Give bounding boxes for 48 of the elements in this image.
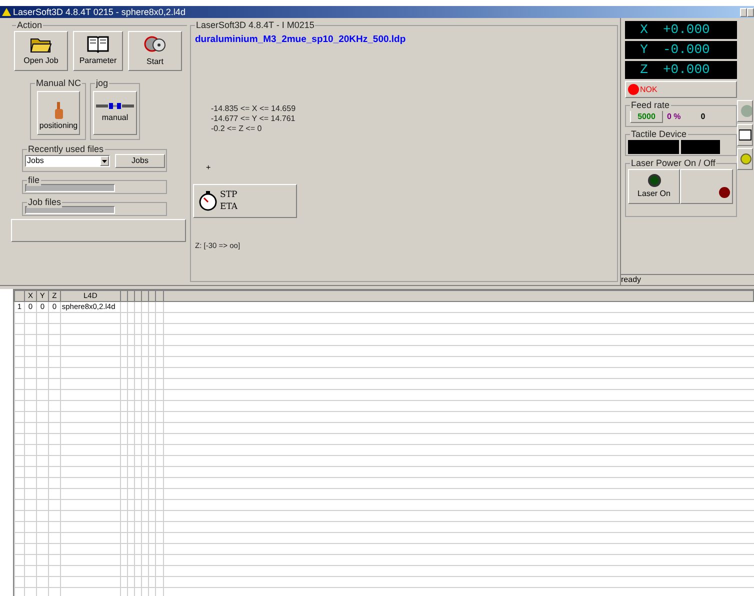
group-title: file [27, 174, 41, 186]
group-title: Job files [27, 196, 62, 208]
marker-text: + [206, 164, 211, 172]
laser-on-button[interactable]: Laser On [628, 169, 680, 204]
laser-off-lamp [719, 187, 730, 198]
position-display: Z +0.000 [625, 61, 737, 79]
jobs-button[interactable]: Jobs [115, 154, 165, 168]
positioning-button[interactable]: positioning [37, 91, 80, 135]
column-header[interactable] [155, 290, 164, 302]
timer-button[interactable]: STP ETA [193, 184, 297, 218]
manual-button[interactable]: manual [93, 91, 137, 135]
group-title: jog [95, 77, 110, 89]
column-header[interactable] [141, 290, 148, 302]
group-title: Recently used files [27, 143, 105, 155]
column-header[interactable] [134, 290, 142, 302]
toolbar-button[interactable]: Parameter [73, 31, 123, 71]
window-title: LaserSoft3D 4.8.4T 0215 - sphere8x0,2.l4d [13, 6, 186, 18]
group-title: Manual NC [35, 77, 82, 89]
feed-reading-text: 0 [700, 110, 706, 122]
status-text: NOK [640, 84, 658, 96]
group-title: Feed rate [630, 99, 671, 111]
column-header[interactable] [14, 290, 24, 302]
tactile-display [681, 140, 720, 154]
column-header[interactable] [120, 290, 128, 302]
position-display: X +0.000 [625, 21, 737, 39]
group-title: Tactile Device [630, 128, 688, 140]
minimize-button[interactable] [740, 8, 747, 16]
range-text: -0.2 <= Z <= 0 [211, 124, 263, 134]
column-header[interactable] [148, 290, 156, 302]
position-display: Y -0.000 [625, 41, 737, 59]
feed-percent-text: 0 % [667, 110, 681, 122]
range-text: -14.835 <= X <= 14.659 [211, 104, 297, 114]
group-title: LaserSoft3D 4.8.4T - I M0215 [195, 19, 316, 31]
timer-label: STP [220, 189, 238, 202]
toolbar-button[interactable]: Open Job [14, 31, 68, 71]
maximize-button[interactable] [747, 8, 754, 16]
group-title: Laser Power On / Off [630, 157, 716, 169]
job-filename: duraluminium_M3_2mue_sp10_20KHz_500.ldp [195, 33, 407, 47]
group-title: Action [16, 19, 44, 31]
warning-icon [2, 8, 11, 16]
stopwatch-icon [198, 191, 218, 212]
tactile-display [628, 140, 679, 154]
toolbar-button[interactable]: Start [128, 31, 182, 71]
jobs-dropdown[interactable]: Jobs [25, 155, 110, 167]
timer-label: ETA [220, 201, 238, 214]
side-tool-button[interactable] [737, 124, 753, 146]
column-header[interactable] [127, 290, 134, 302]
range-text: -14.677 <= Y <= 14.761 [211, 114, 296, 124]
